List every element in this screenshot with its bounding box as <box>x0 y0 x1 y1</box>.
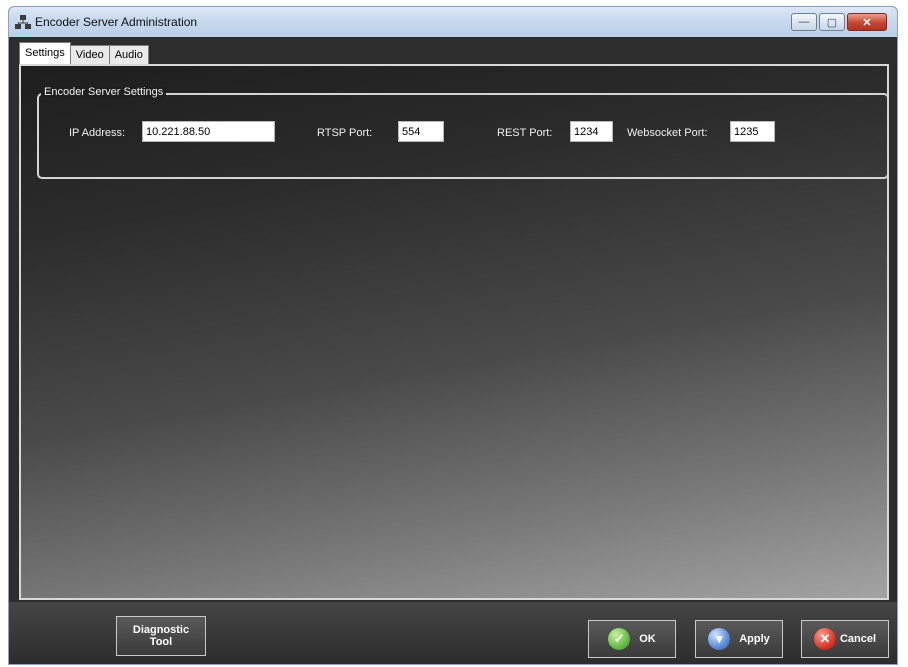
group-title: Encoder Server Settings <box>41 86 167 98</box>
rtsp-port-input[interactable] <box>398 121 444 142</box>
tab-strip: Settings Video Audio <box>19 42 149 64</box>
tab-audio[interactable]: Audio <box>108 45 149 64</box>
apply-button[interactable]: ▾ Apply <box>695 620 783 658</box>
ip-address-label: IP Address: <box>69 127 126 139</box>
ip-address-input[interactable] <box>142 121 275 142</box>
websocket-port-label: Websocket Port: <box>627 127 708 139</box>
network-icon <box>15 15 31 29</box>
apply-icon: ▾ <box>708 628 731 650</box>
rtsp-port-label: RTSP Port: <box>317 127 373 139</box>
cancel-label: Cancel <box>839 633 877 645</box>
ok-button[interactable]: ✓ OK <box>588 620 676 658</box>
minimize-button[interactable]: — <box>791 13 817 31</box>
close-x-icon: ✕ <box>813 628 836 650</box>
checkmark-icon: ✓ <box>608 628 631 650</box>
rest-port-input[interactable] <box>570 121 613 142</box>
diagnostic-label-line2: Tool <box>149 636 173 648</box>
diagnostic-label-line1: Diagnostic <box>132 624 190 636</box>
cancel-button[interactable]: ✕ Cancel <box>801 620 889 658</box>
rest-port-label: REST Port: <box>497 127 553 139</box>
button-bar: Diagnostic Tool ✓ OK ▾ Apply ✕ Cancel <box>9 602 897 664</box>
websocket-port-input[interactable] <box>730 121 775 142</box>
maximize-button[interactable]: ▢ <box>819 13 845 31</box>
window-title: Encoder Server Administration <box>35 15 198 29</box>
app-window: Encoder Server Administration — ▢ ✕ Sett… <box>8 6 898 665</box>
title-bar[interactable]: Encoder Server Administration — ▢ ✕ <box>9 7 897 37</box>
diagnostic-tool-button[interactable]: Diagnostic Tool <box>116 616 206 656</box>
apply-label: Apply <box>739 633 770 645</box>
window-controls: — ▢ ✕ <box>791 13 887 31</box>
tab-video[interactable]: Video <box>69 45 110 64</box>
close-button[interactable]: ✕ <box>847 13 887 31</box>
tab-settings[interactable]: Settings <box>19 42 71 64</box>
settings-panel: Encoder Server Settings IP Address: RTSP… <box>19 64 889 600</box>
ok-label: OK <box>639 633 656 645</box>
